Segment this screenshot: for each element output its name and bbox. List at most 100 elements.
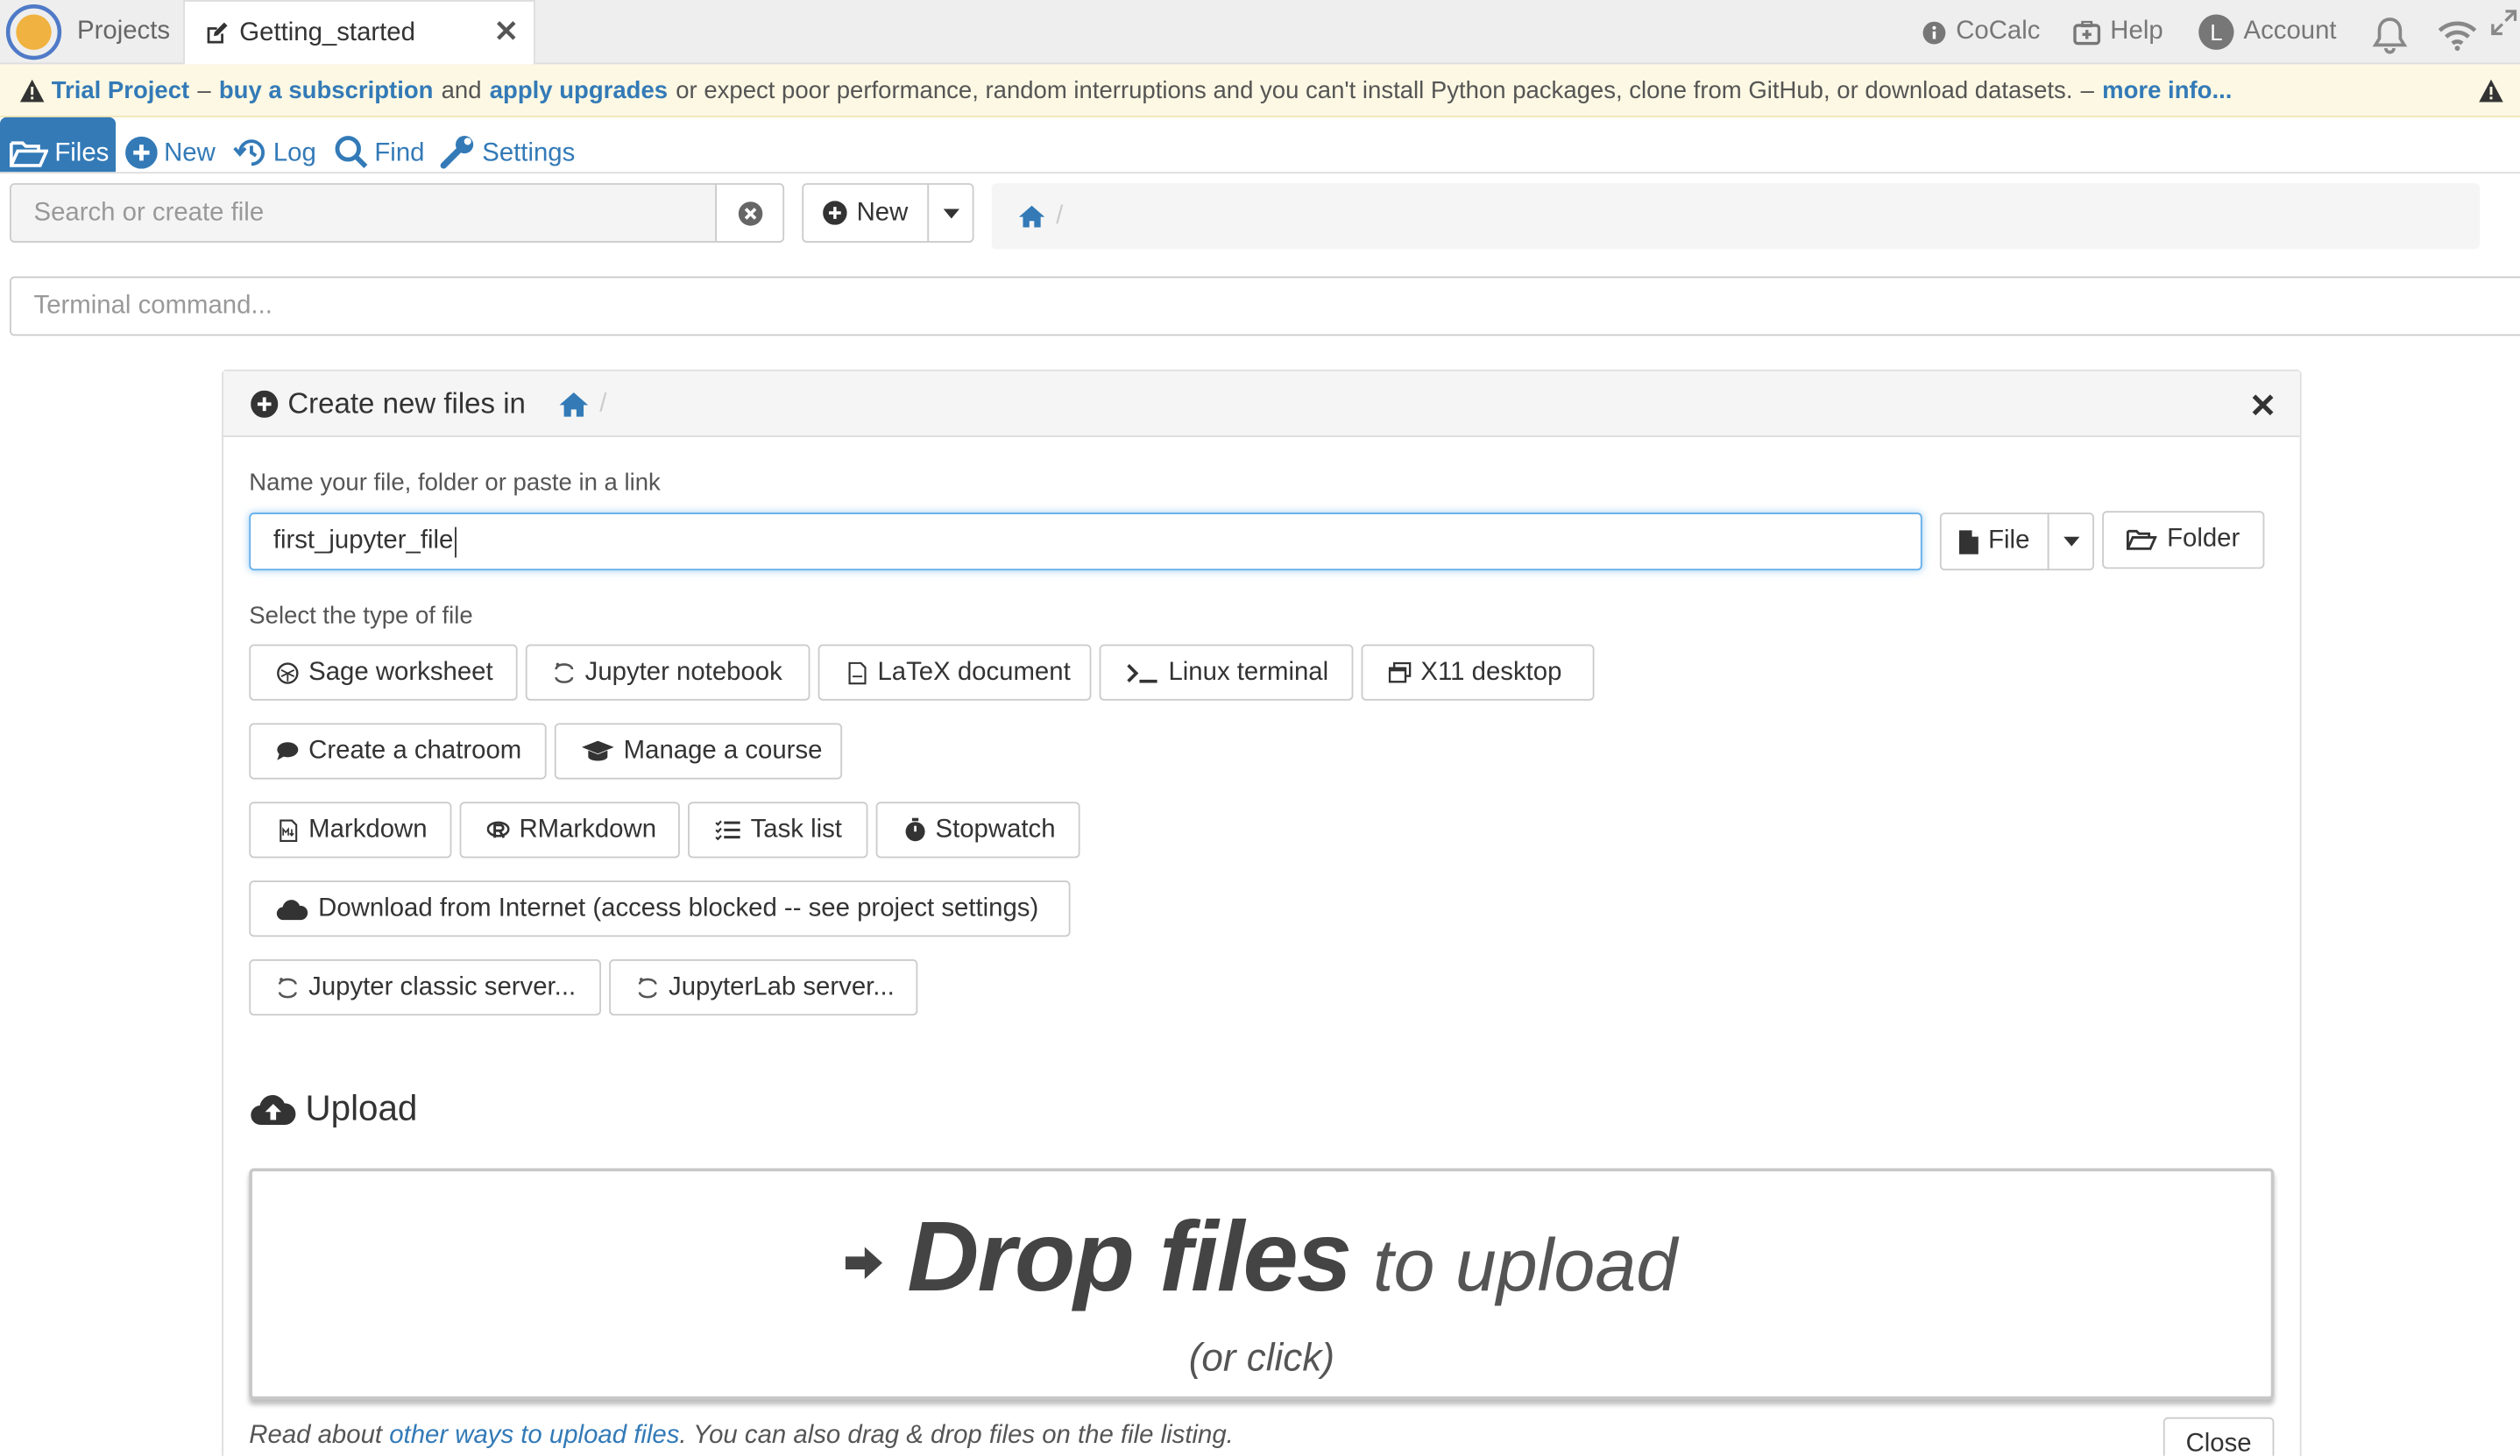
linux-terminal-button[interactable]: Linux terminal bbox=[1099, 644, 1354, 701]
download-from-internet-button[interactable]: Download from Internet (access blocked -… bbox=[249, 880, 1071, 937]
tab-new[interactable]: New bbox=[125, 117, 216, 172]
account-menu[interactable]: L Account bbox=[2198, 0, 2337, 64]
new-button[interactable]: New bbox=[802, 183, 930, 243]
search-icon bbox=[335, 135, 369, 169]
trial-project-link[interactable]: Trial Project bbox=[52, 76, 190, 103]
banner-dash: – bbox=[197, 76, 211, 104]
close-panel-icon[interactable] bbox=[2252, 393, 2275, 416]
jupyter-icon bbox=[276, 976, 299, 999]
wifi-icon bbox=[2437, 19, 2479, 52]
upload-dropzone[interactable]: Drop files to upload (or click) bbox=[249, 1168, 2275, 1400]
new-dropdown-button[interactable] bbox=[927, 183, 974, 243]
jupyter-notebook-button[interactable]: Jupyter notebook bbox=[525, 644, 811, 701]
sagemath-icon bbox=[276, 661, 299, 684]
tab-settings-label: Settings bbox=[482, 139, 576, 167]
jupyterlab-server-button[interactable]: JupyterLab server... bbox=[609, 959, 918, 1016]
dropzone-message: Drop files to upload bbox=[252, 1200, 2271, 1314]
task-list-label: Task list bbox=[750, 815, 842, 844]
home-icon[interactable] bbox=[558, 391, 591, 418]
create-chatroom-button[interactable]: Create a chatroom bbox=[249, 723, 547, 780]
sage-worksheet-button[interactable]: Sage worksheet bbox=[249, 644, 518, 701]
x11-desktop-button[interactable]: X11 desktop bbox=[1361, 644, 1595, 701]
drop-files-text: Drop files bbox=[907, 1201, 1352, 1313]
tab-new-label: New bbox=[164, 139, 216, 167]
stopwatch-label: Stopwatch bbox=[935, 815, 1056, 844]
window-restore-icon bbox=[1388, 661, 1412, 684]
clear-search-button[interactable] bbox=[715, 183, 785, 243]
stopwatch-button[interactable]: Stopwatch bbox=[875, 802, 1080, 859]
panel-title-text: Create new files in bbox=[287, 387, 526, 420]
more-info-link[interactable]: more info... bbox=[2102, 76, 2232, 103]
tab-files[interactable]: Files bbox=[0, 117, 117, 173]
markdown-button[interactable]: Markdown bbox=[249, 802, 452, 859]
close-button[interactable]: Close bbox=[2163, 1417, 2275, 1456]
stopwatch-icon bbox=[903, 817, 926, 842]
graduation-cap-icon bbox=[581, 740, 614, 763]
other-ways-to-upload-link[interactable]: other ways to upload files bbox=[389, 1422, 679, 1449]
tab-getting-started-label: Getting_started bbox=[239, 18, 415, 46]
home-icon[interactable] bbox=[1017, 204, 1046, 229]
jupyter-icon bbox=[636, 976, 659, 999]
banner-message: or expect poor performance, random inter… bbox=[676, 76, 2073, 104]
or-click-text: (or click) bbox=[1188, 1337, 1334, 1381]
account-label: Account bbox=[2243, 18, 2337, 46]
jupyter-classic-server-button[interactable]: Jupyter classic server... bbox=[249, 959, 601, 1016]
file-type-dropdown-button[interactable] bbox=[2047, 512, 2094, 571]
cocalc-logo-icon[interactable] bbox=[5, 4, 63, 61]
cocalc-menu[interactable]: CoCalc bbox=[1922, 0, 2040, 64]
create-chatroom-label: Create a chatroom bbox=[308, 736, 522, 765]
breadcrumb-separator: / bbox=[1056, 201, 1064, 230]
cloud-upload-icon bbox=[251, 1091, 296, 1126]
info-circle-icon bbox=[1922, 20, 1947, 45]
times-circle-icon bbox=[737, 200, 762, 225]
panel-header: Create new files in / bbox=[223, 371, 2300, 437]
filename-input[interactable]: first_jupyter_file bbox=[249, 512, 1922, 571]
plus-circle-icon bbox=[823, 201, 847, 225]
terminal-placeholder: Terminal command... bbox=[33, 291, 273, 320]
tasks-icon bbox=[715, 819, 740, 842]
bell-icon[interactable] bbox=[2372, 16, 2408, 54]
read-about-text: Read about bbox=[249, 1422, 383, 1450]
tab-find[interactable]: Find bbox=[335, 117, 425, 172]
task-list-button[interactable]: Task list bbox=[688, 802, 868, 859]
select-type-label: Select the type of file bbox=[249, 602, 473, 631]
tab-getting-started[interactable]: Getting_started bbox=[183, 0, 535, 65]
history-icon bbox=[233, 137, 267, 169]
jupyter-classic-server-label: Jupyter classic server... bbox=[308, 972, 577, 1000]
top-bar: Projects Getting_started CoCalc Help L A… bbox=[0, 0, 2520, 65]
warning-icon bbox=[19, 78, 45, 102]
folder-open-icon bbox=[2127, 528, 2158, 551]
tab-log[interactable]: Log bbox=[233, 117, 316, 172]
upload-help-text: Read about other ways to upload files. Y… bbox=[249, 1422, 1234, 1451]
plus-circle-icon bbox=[125, 136, 158, 169]
rmarkdown-button[interactable]: RMarkdown bbox=[459, 802, 680, 859]
buy-subscription-link[interactable]: buy a subscription bbox=[219, 76, 434, 103]
help-menu[interactable]: Help bbox=[2073, 0, 2163, 64]
tab-settings[interactable]: Settings bbox=[440, 117, 576, 172]
apply-upgrades-link[interactable]: apply upgrades bbox=[490, 76, 668, 103]
sage-worksheet-label: Sage worksheet bbox=[308, 658, 493, 686]
r-logo-icon bbox=[486, 819, 510, 842]
terminal-command-input[interactable]: Terminal command... bbox=[10, 276, 2520, 336]
close-tab-icon[interactable] bbox=[495, 19, 518, 42]
caret-down-icon bbox=[2063, 536, 2079, 547]
create-folder-button[interactable]: Folder bbox=[2102, 511, 2265, 569]
tab-log-label: Log bbox=[273, 139, 316, 167]
trial-banner: Trial Project – buy a subscription and a… bbox=[0, 64, 2520, 117]
manage-course-button[interactable]: Manage a course bbox=[554, 723, 843, 780]
search-input[interactable]: Search or create file bbox=[10, 183, 718, 243]
expand-icon[interactable] bbox=[2491, 10, 2517, 36]
tab-find-label: Find bbox=[374, 139, 425, 167]
jupyter-icon bbox=[553, 661, 576, 684]
folder-open-icon bbox=[10, 140, 49, 169]
folder-button-label: Folder bbox=[2167, 525, 2240, 553]
latex-document-button[interactable]: LaTeX document bbox=[818, 644, 1092, 701]
manage-course-label: Manage a course bbox=[623, 736, 823, 765]
rmarkdown-label: RMarkdown bbox=[519, 815, 657, 844]
create-file-button[interactable]: File bbox=[1939, 512, 2049, 571]
medkit-icon bbox=[2073, 19, 2101, 45]
panel-title: Create new files in / bbox=[251, 387, 606, 421]
cloud-icon bbox=[276, 897, 308, 920]
edit-icon bbox=[204, 20, 230, 46]
tab-projects[interactable]: Projects bbox=[64, 0, 183, 64]
